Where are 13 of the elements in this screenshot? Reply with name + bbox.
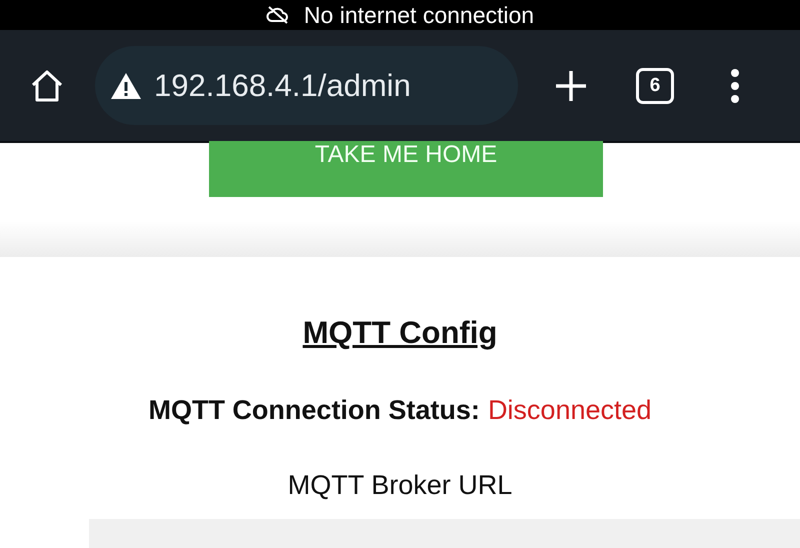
tab-count-button[interactable]: 6 [636, 68, 674, 104]
status-label: MQTT Connection Status: [148, 395, 480, 426]
menu-icon[interactable] [730, 68, 740, 102]
field-label: MQTT Broker URL [288, 470, 512, 501]
home-icon[interactable] [29, 68, 65, 104]
cloud-off-icon [266, 5, 290, 25]
status-text: No internet connection [304, 2, 534, 28]
plus-icon[interactable] [554, 68, 588, 102]
warning-icon [110, 72, 142, 100]
status-value: Disconnected [488, 395, 652, 426]
section-title: MQTT Config [302, 315, 498, 351]
url-text: 192.168.4.1/admin [154, 68, 411, 104]
address-bar[interactable]: 192.168.4.1/admin [95, 46, 518, 125]
